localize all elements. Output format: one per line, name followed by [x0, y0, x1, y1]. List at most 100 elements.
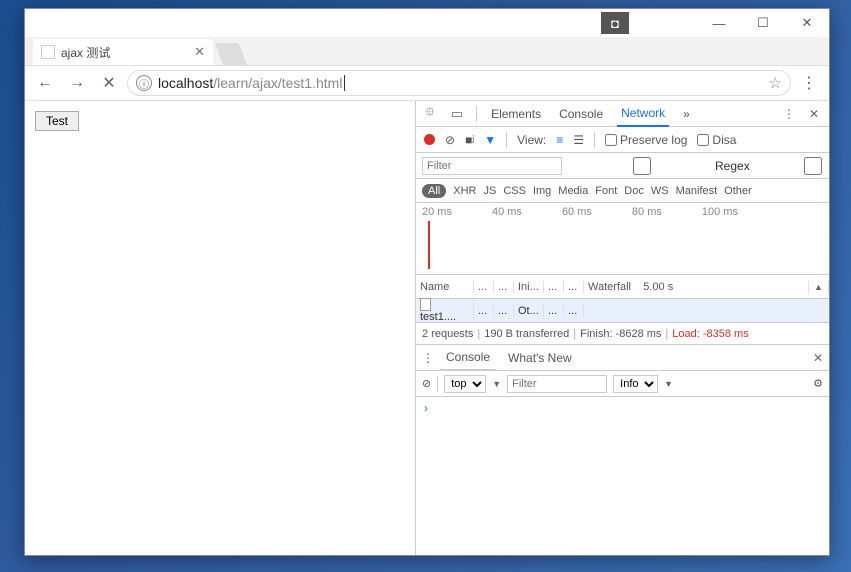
close-devtools-button[interactable]: ✕ [805, 107, 823, 121]
tab-title: ajax 测试 [61, 44, 110, 61]
col[interactable]: ... [474, 281, 494, 293]
summary-requests: 2 requests [422, 328, 473, 340]
summary-load: Load: -8358 ms [672, 328, 748, 340]
cell: ... [474, 305, 494, 317]
col-name[interactable]: Name [416, 281, 474, 293]
minimize-button[interactable]: — [697, 9, 741, 37]
inspect-icon[interactable]: ⯐ [422, 103, 438, 125]
col-initiator[interactable]: Ini... [514, 281, 544, 293]
context-select[interactable]: top [444, 375, 486, 393]
load-marker [428, 221, 430, 269]
type-media[interactable]: Media [558, 185, 588, 197]
new-tab-button[interactable] [215, 43, 247, 65]
tick: 20 ms [422, 206, 452, 218]
type-all[interactable]: All [422, 184, 446, 198]
url-path: /learn/ajax/test1.html [213, 75, 342, 91]
cell-initiator: Ot... [514, 305, 544, 317]
col-waterfall[interactable]: Waterfall 5.00 s [584, 281, 809, 293]
close-tab-button[interactable]: ✕ [194, 44, 205, 60]
sort-icon[interactable]: ▲ [809, 281, 829, 293]
address-bar: ← → ✕ ⓘ localhost/learn/ajax/test1.html … [25, 65, 829, 101]
cell: ... [494, 305, 514, 317]
separator [506, 132, 507, 148]
type-xhr[interactable]: XHR [453, 185, 476, 197]
type-js[interactable]: JS [483, 185, 496, 197]
file-icon [420, 298, 431, 311]
type-other[interactable]: Other [724, 185, 752, 197]
test-button[interactable]: Test [35, 111, 79, 131]
browser-window: ◘ — ☐ ✕ ajax 测试 ✕ ← → ✕ ⓘ localhost/lear… [24, 8, 830, 556]
type-ws[interactable]: WS [651, 185, 669, 197]
console-body[interactable]: › [416, 397, 829, 555]
separator [594, 132, 595, 148]
separator [476, 106, 477, 122]
devtools-tabs: ⯐ ▭ Elements Console Network » ⋮ ✕ [416, 101, 829, 127]
clear-console-button[interactable]: ⊘ [422, 377, 431, 390]
console-toolbar: ⊘ top ▼ Info ▼ ⚙ [416, 371, 829, 397]
text-cursor [344, 75, 345, 91]
stop-button[interactable]: ✕ [95, 69, 123, 97]
record-button[interactable] [424, 134, 435, 145]
col[interactable]: ... [544, 281, 564, 293]
disable-cache-checkbox[interactable]: Disa [697, 133, 736, 147]
request-type-filters: All XHR JS CSS Img Media Font Doc WS Man… [416, 179, 829, 203]
type-font[interactable]: Font [595, 185, 617, 197]
tab-elements[interactable]: Elements [487, 101, 545, 127]
col[interactable]: ... [494, 281, 514, 293]
view-label: View: [517, 133, 546, 147]
menu-button[interactable]: ⋮ [795, 69, 823, 97]
content-area: Test ⯐ ▭ Elements Console Network » ⋮ ✕ … [25, 101, 829, 555]
drawer-menu-button[interactable]: ⋮ [422, 351, 434, 365]
tab-console[interactable]: Console [555, 101, 607, 127]
network-toolbar: ⊘ ■ʲ ▼ View: ≡ ☰ Preserve log Disa [416, 127, 829, 153]
console-filter-input[interactable] [507, 375, 607, 393]
drawer-tab-console[interactable]: Console [440, 345, 496, 371]
bookmark-icon[interactable]: ☆ [769, 74, 782, 92]
large-view-icon[interactable]: ☰ [573, 133, 584, 147]
regex-checkbox[interactable]: Regex [572, 157, 750, 175]
close-window-button[interactable]: ✕ [785, 9, 829, 37]
maximize-button[interactable]: ☐ [741, 9, 785, 37]
tab-network[interactable]: Network [617, 101, 669, 127]
browser-tab[interactable]: ajax 测试 ✕ [33, 39, 213, 65]
web-page: Test [25, 101, 415, 555]
type-doc[interactable]: Doc [624, 185, 644, 197]
window-titlebar: ◘ — ☐ ✕ [25, 9, 829, 37]
camera-icon[interactable]: ■ʲ [465, 133, 474, 147]
tick: 80 ms [632, 206, 662, 218]
summary-finish: Finish: -8628 ms [580, 328, 661, 340]
user-icon[interactable]: ◘ [601, 12, 629, 34]
request-name: test1.... [416, 298, 474, 323]
url-field[interactable]: ⓘ localhost/learn/ajax/test1.html ☆ [127, 70, 791, 96]
device-icon[interactable]: ▭ [448, 106, 466, 122]
dropdown-icon: ▼ [492, 379, 501, 389]
type-css[interactable]: CSS [503, 185, 526, 197]
forward-button[interactable]: → [63, 69, 91, 97]
clear-button[interactable]: ⊘ [445, 133, 455, 147]
close-drawer-button[interactable]: ✕ [813, 351, 823, 365]
level-select[interactable]: Info [613, 375, 658, 393]
filter-input[interactable] [422, 157, 562, 175]
type-manifest[interactable]: Manifest [676, 185, 718, 197]
preserve-log-checkbox[interactable]: Preserve log [605, 133, 687, 147]
favicon-icon [41, 45, 55, 59]
tab-overflow[interactable]: » [679, 101, 694, 127]
cell: ... [564, 305, 584, 317]
col[interactable]: ... [564, 281, 584, 293]
site-info-icon[interactable]: ⓘ [136, 75, 152, 91]
devtools-menu-button[interactable]: ⋮ [783, 107, 795, 121]
summary-transferred: 190 B transferred [484, 328, 569, 340]
type-img[interactable]: Img [533, 185, 551, 197]
filter-icon[interactable]: ▼ [484, 133, 496, 147]
tab-strip: ajax 测试 ✕ [25, 37, 829, 65]
drawer-tab-whatsnew[interactable]: What's New [502, 345, 578, 371]
console-prompt: › [424, 401, 428, 415]
back-button[interactable]: ← [31, 69, 59, 97]
timeline-overview[interactable]: 20 ms 40 ms 60 ms 80 ms 100 ms [416, 203, 829, 275]
cell: ... [544, 305, 564, 317]
list-view-icon[interactable]: ≡ [556, 133, 563, 147]
request-row[interactable]: test1.... ... ... Ot... ... ... [416, 299, 829, 323]
hide-urls-checkbox[interactable]: Hide data URLs [760, 152, 829, 180]
tick: 40 ms [492, 206, 522, 218]
settings-icon[interactable]: ⚙ [813, 377, 823, 390]
